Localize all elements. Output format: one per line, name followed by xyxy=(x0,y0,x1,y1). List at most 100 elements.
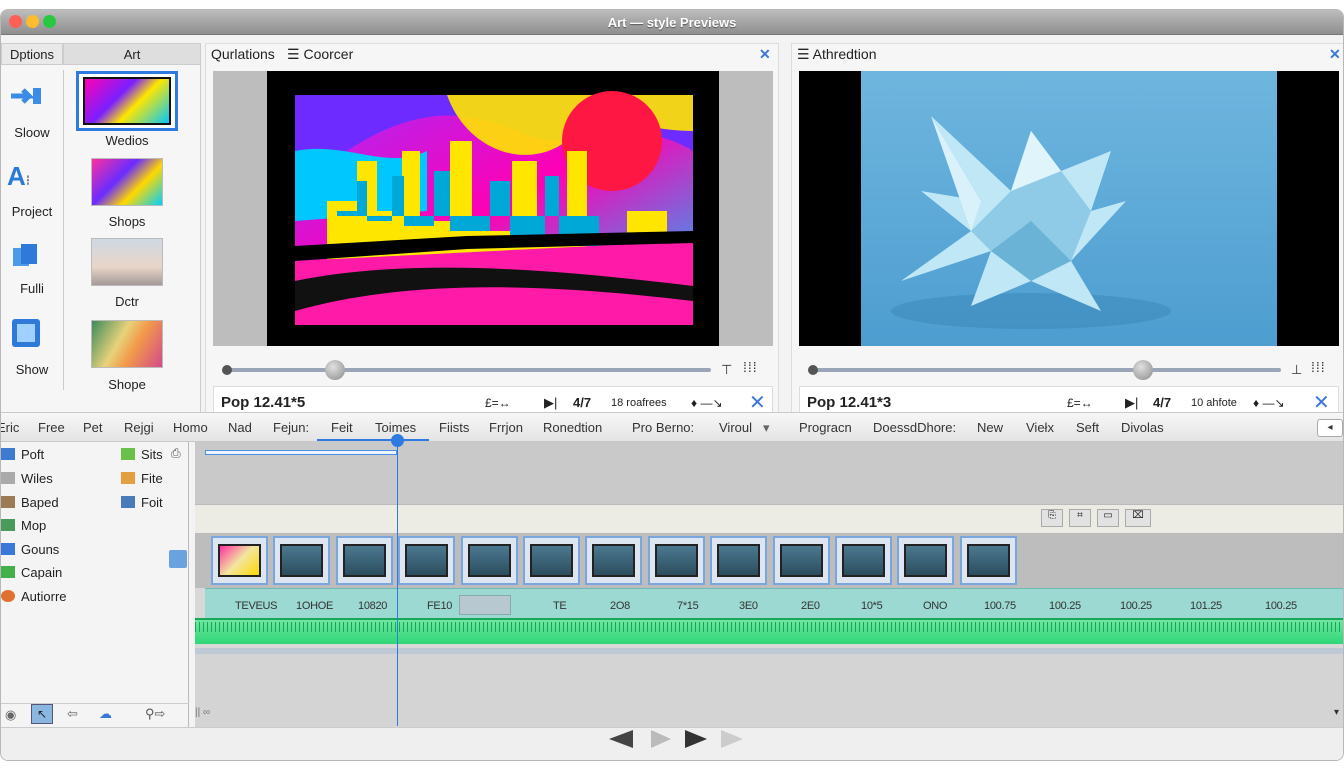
menu-item[interactable]: Eric xyxy=(1,413,19,443)
menu-item[interactable]: Viełx xyxy=(1026,413,1054,443)
menu-item[interactable]: Fiists xyxy=(439,413,469,443)
zoom-icon[interactable]: ⚲⇨ xyxy=(145,706,165,722)
timeline-track-empty[interactable] xyxy=(195,654,1343,732)
clip-frame[interactable] xyxy=(398,536,456,585)
library-item[interactable]: Fite xyxy=(121,471,163,486)
side-item-label[interactable]: Sloow xyxy=(1,125,63,140)
tab-options[interactable]: Dptions xyxy=(1,43,63,65)
volume-icon[interactable]: ⊥ xyxy=(1291,362,1302,378)
menu-item[interactable]: Pro Berno: xyxy=(632,413,694,443)
cursor-tool-icon[interactable]: ↖ xyxy=(31,704,53,724)
menu-item[interactable]: Seft xyxy=(1076,413,1099,443)
menu-item[interactable]: DoessdDhore: xyxy=(873,413,956,443)
library-item[interactable]: Sits xyxy=(121,447,163,462)
grid-icon[interactable]: ⁞⁞⁞ xyxy=(743,359,758,375)
clip-frame[interactable] xyxy=(523,536,580,585)
clip-frame[interactable] xyxy=(835,536,892,585)
close-preview-right-icon[interactable]: ✕ xyxy=(1329,43,1341,65)
playhead[interactable] xyxy=(397,436,398,726)
back-icon[interactable]: ⇦ xyxy=(67,706,78,722)
cloud-icon[interactable]: ☁ xyxy=(99,706,112,722)
window-title: Art — style Previews xyxy=(607,15,737,30)
menu-item[interactable]: Viroul xyxy=(719,413,752,443)
fast-forward-icon[interactable] xyxy=(721,730,743,748)
play-icon[interactable] xyxy=(685,730,707,748)
grid-icon[interactable]: ⁞⁞⁞ xyxy=(1311,359,1326,375)
preview-left-scrubber[interactable] xyxy=(225,368,711,372)
menu-item[interactable]: Progracn xyxy=(799,413,852,443)
copy-icon[interactable] xyxy=(11,242,39,270)
menu-item[interactable]: Rejgi xyxy=(124,413,154,443)
tab-coorcer[interactable]: ☰ Coorcer xyxy=(287,43,353,65)
tab-quotations[interactable]: Qurlations xyxy=(211,43,275,65)
preview-right-scrubber[interactable] xyxy=(811,368,1281,372)
tab-art[interactable]: Art xyxy=(63,43,201,65)
library-item[interactable]: Gouns xyxy=(1,542,59,557)
timeline-range[interactable] xyxy=(205,450,397,455)
menu-item[interactable]: Frrjon xyxy=(489,413,523,443)
frame-icon[interactable] xyxy=(11,318,41,348)
library-item-label: Gouns xyxy=(21,542,60,557)
arrow-icon[interactable] xyxy=(9,84,43,108)
clip-frame[interactable] xyxy=(460,536,518,585)
clip-frame[interactable] xyxy=(647,536,705,585)
add-to-timeline-icon[interactable] xyxy=(169,550,187,568)
clip-frame[interactable] xyxy=(585,536,643,585)
timecode-label: 100.25 xyxy=(1049,600,1081,612)
lock-icon[interactable]: ⎙ xyxy=(171,446,181,461)
scrubber-start-dot xyxy=(222,365,232,375)
timecode-label: TEVEUS xyxy=(235,600,278,612)
library-item[interactable]: Wiles xyxy=(1,471,53,486)
library-item[interactable]: Autiorre xyxy=(1,589,67,604)
clip-frame[interactable] xyxy=(211,536,268,585)
scroll-down-icon[interactable]: ▾ xyxy=(1334,707,1339,718)
library-item[interactable]: Poft xyxy=(1,447,44,462)
menu-item[interactable]: Nad xyxy=(228,413,252,443)
thumbnail-landscape[interactable] xyxy=(91,238,163,286)
menu-item[interactable]: Divolas xyxy=(1121,413,1164,443)
rewind-icon[interactable] xyxy=(609,730,633,748)
menu-item[interactable]: Free xyxy=(38,413,65,443)
menu-item[interactable]: Ronedtion xyxy=(543,413,602,443)
menu-item[interactable]: Pet xyxy=(83,413,103,443)
preview-left-scrubber-knob[interactable] xyxy=(325,360,345,380)
eye-icon[interactable]: ◉ xyxy=(5,707,16,723)
side-item-label[interactable]: Fulli xyxy=(1,281,63,296)
tab-athredtion[interactable]: ☰ Athredtion xyxy=(797,43,877,65)
clip-frame[interactable] xyxy=(897,536,955,585)
menu-item[interactable]: New xyxy=(977,413,1003,443)
library-item[interactable]: Capain xyxy=(1,565,62,580)
library-item[interactable]: Mop xyxy=(1,518,46,533)
volume-icon[interactable]: ⊤ xyxy=(721,362,732,378)
track-tool-icon[interactable]: ⌗ xyxy=(1069,509,1091,527)
menu-item[interactable]: Homo xyxy=(173,413,208,443)
thumbnail-pop-art[interactable] xyxy=(83,77,171,125)
menu-item[interactable]: Fejun: xyxy=(273,413,309,443)
clip-frame[interactable] xyxy=(772,536,830,585)
close-preview-left-icon[interactable]: ✕ xyxy=(759,43,771,65)
clip-frame[interactable] xyxy=(959,536,1017,585)
dropdown-icon[interactable]: ▾ xyxy=(763,413,770,443)
audio-waveform xyxy=(195,622,1343,632)
thumbnail-city[interactable] xyxy=(91,158,163,206)
playhead-handle[interactable] xyxy=(391,434,404,447)
track-tool-icon[interactable]: ⌧ xyxy=(1125,509,1151,527)
thumbnail-color-wash[interactable] xyxy=(91,320,163,368)
step-forward-icon[interactable] xyxy=(651,730,671,748)
clip-frame[interactable] xyxy=(335,536,393,585)
clip-frame-thumbnail xyxy=(966,544,1010,577)
library-item[interactable]: Foit xyxy=(121,495,163,510)
marker-icon[interactable] xyxy=(459,595,511,615)
text-tool-icon[interactable]: A⁝ xyxy=(7,161,30,192)
clip-frame[interactable] xyxy=(273,536,331,585)
timeline-track-titles[interactable] xyxy=(195,504,1343,534)
thumbnail-label: Shops xyxy=(108,214,146,229)
track-tool-icon[interactable]: ⎘ xyxy=(1041,509,1063,527)
side-item-label[interactable]: Project xyxy=(1,204,63,219)
side-item-label[interactable]: Show xyxy=(1,362,63,377)
preview-right-scrubber-knob[interactable] xyxy=(1133,360,1153,380)
track-tool-icon[interactable]: ▭ xyxy=(1097,509,1119,527)
library-item[interactable]: Baped xyxy=(1,495,59,510)
clip-frame[interactable] xyxy=(710,536,768,585)
panel-toggle-button[interactable]: ◂ xyxy=(1317,419,1343,437)
